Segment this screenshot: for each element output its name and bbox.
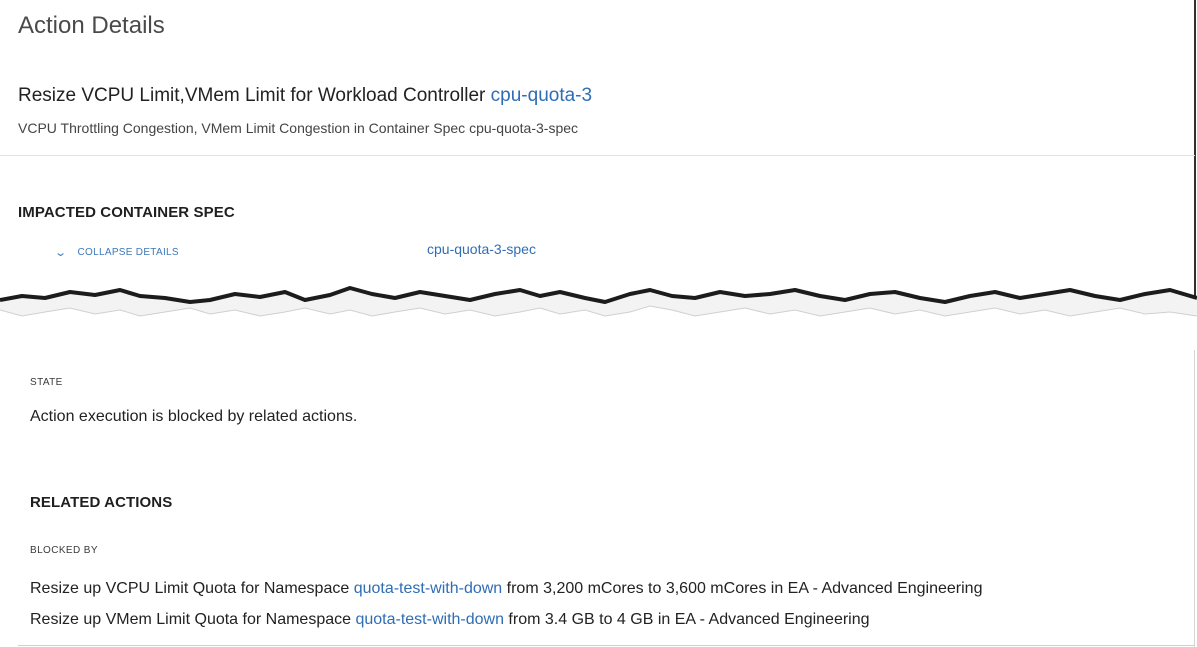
action-details-panel: Action Details Resize VCPU Limit,VMem Li… [0, 0, 1197, 647]
action-title-text: Resize VCPU Limit,VMem Limit for Workloa… [18, 85, 491, 106]
panel-border [1194, 0, 1196, 300]
related-action-suffix: from 3,200 mCores to 3,600 mCores in EA … [502, 580, 983, 597]
collapse-details-label: COLLAPSE DETAILS [77, 247, 179, 258]
chevron-down-icon: ⌄ [54, 247, 68, 259]
related-action-prefix: Resize up VMem Limit Quota for Namespace [30, 611, 356, 628]
state-label: STATE [30, 377, 63, 388]
related-action-prefix: Resize up VCPU Limit Quota for Namespace [30, 580, 354, 597]
action-title: Resize VCPU Limit,VMem Limit for Workloa… [18, 85, 592, 107]
header-divider [0, 155, 1195, 156]
related-action-row: Resize up VMem Limit Quota for Namespace… [30, 611, 870, 629]
bottom-divider [18, 645, 1194, 646]
namespace-link[interactable]: quota-test-with-down [355, 611, 504, 628]
impacted-container-spec-heading: IMPACTED CONTAINER SPEC [18, 204, 235, 221]
action-subtitle: VCPU Throttling Congestion, VMem Limit C… [18, 120, 579, 136]
page-title: Action Details [18, 12, 165, 39]
related-actions-heading: RELATED ACTIONS [30, 494, 173, 511]
panel-border-lower [1194, 350, 1195, 647]
collapse-details-button[interactable]: ⌄ COLLAPSE DETAILS [54, 246, 179, 259]
blocked-by-label: BLOCKED BY [30, 545, 98, 556]
workload-controller-link[interactable]: cpu-quota-3 [491, 85, 592, 106]
namespace-link[interactable]: quota-test-with-down [354, 580, 503, 597]
torn-edge-divider [0, 286, 1197, 317]
state-text: Action execution is blocked by related a… [30, 408, 358, 425]
related-action-row: Resize up VCPU Limit Quota for Namespace… [30, 580, 982, 598]
related-action-suffix: from 3.4 GB to 4 GB in EA - Advanced Eng… [503, 611, 870, 628]
container-spec-link[interactable]: cpu-quota-3-spec [427, 241, 536, 257]
